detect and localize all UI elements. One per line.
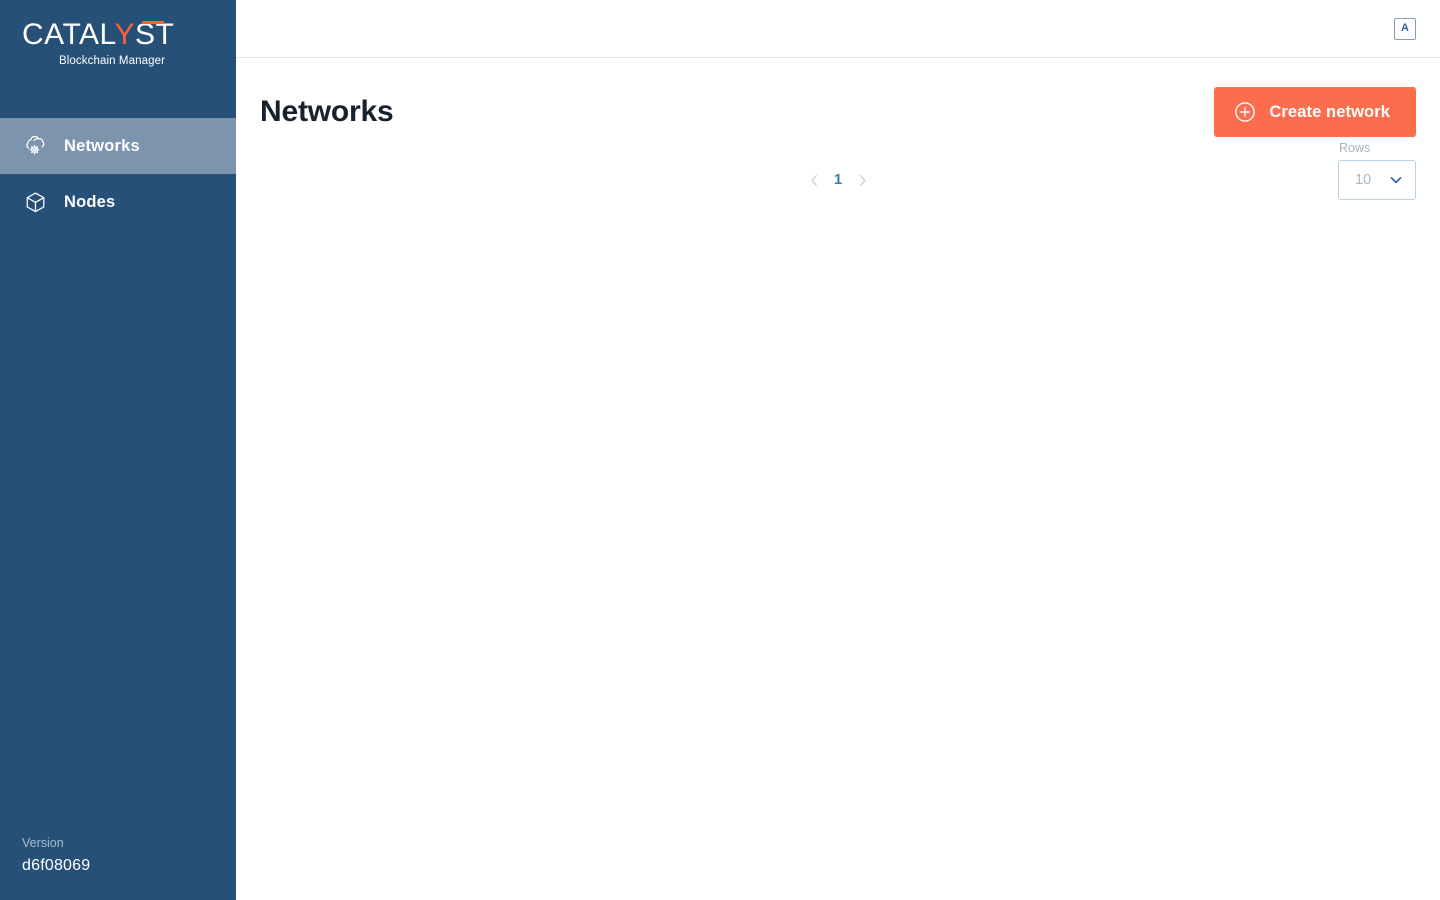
networks-table: Rows 10 1 <box>260 140 1416 226</box>
cloud-cog-icon <box>22 133 48 159</box>
version-label: Version <box>22 836 64 850</box>
content-area: Rows 10 1 <box>236 140 1440 900</box>
sidebar-item-label-nodes: Nodes <box>64 192 116 211</box>
page-header: Networks Create network <box>236 84 1440 140</box>
avatar[interactable]: A <box>1394 17 1416 40</box>
page-title: Networks <box>260 95 394 128</box>
pagination: 1 <box>260 170 1416 190</box>
create-network-button[interactable]: Create network <box>1214 87 1416 137</box>
sidebar-item-networks[interactable]: Networks <box>0 118 236 174</box>
avatar-initial: A <box>1401 22 1409 34</box>
version-block: Version d6f08069 <box>0 834 236 900</box>
brand-logo-block: CATALYST Blockchain Manager <box>0 0 236 118</box>
main-area: A Networks Create network Rows 10 1 <box>236 0 1440 900</box>
version-value: d6f08069 <box>22 857 91 874</box>
app-root: CATALYST Blockchain Manager Networks Nod… <box>0 0 1440 900</box>
chevron-left-icon[interactable] <box>806 170 822 190</box>
chevron-right-icon[interactable] <box>854 170 870 190</box>
brand-logo: CATALYST <box>22 18 174 52</box>
sidebar-nav: Networks Nodes <box>0 118 236 230</box>
brand-wordmark-accent: Y <box>114 18 136 51</box>
rows-selector-label: Rows <box>1339 141 1371 155</box>
sidebar-item-nodes[interactable]: Nodes <box>0 174 236 230</box>
brand-wordmark-part-1: CATAL <box>22 18 115 51</box>
topbar: A <box>236 0 1440 58</box>
create-network-button-label: Create network <box>1269 102 1390 121</box>
brand-subtitle: Blockchain Manager <box>59 55 165 67</box>
pagination-page-1[interactable]: 1 <box>832 170 844 190</box>
sidebar-item-label-networks: Networks <box>64 136 140 155</box>
sidebar: CATALYST Blockchain Manager Networks Nod… <box>0 0 236 900</box>
brand-accent-bar <box>142 21 164 24</box>
cube-icon <box>22 189 48 215</box>
plus-circle-icon <box>1234 101 1256 123</box>
